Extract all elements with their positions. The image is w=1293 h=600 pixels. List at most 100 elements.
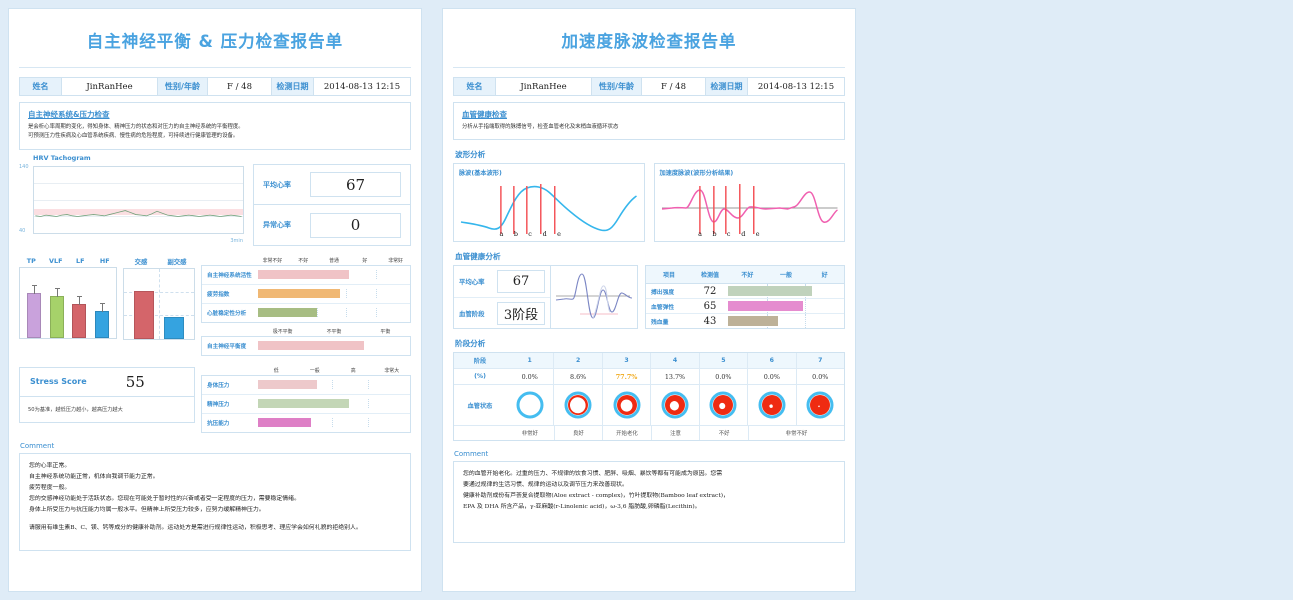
- stage-percent-4: 13.7%: [650, 369, 698, 385]
- comment-heading-left: Comment: [20, 441, 55, 450]
- patient-sex-age-value-r: F / 48: [642, 78, 706, 95]
- freq-label-lf: LF: [76, 256, 85, 265]
- accel-wave-graph: [661, 184, 838, 235]
- sympathetic-plot: [123, 267, 195, 340]
- hrv-plot-area: [33, 165, 244, 234]
- vessel-legend-4: 不好: [699, 426, 748, 441]
- comment-body-left: 您的心率正常。 自主神经系统功能正常，机体自我调节能力正常。 疲劳程度一般。 您…: [29, 462, 300, 513]
- patient-info-bar-right: 姓名 JinRanHee 性别/年龄 F / 48 检测日期 2014-08-1…: [453, 77, 845, 96]
- wave-mark-c: c: [528, 230, 532, 239]
- freq-label-hf: HF: [99, 256, 110, 265]
- vtable-value-0: 72: [703, 285, 717, 297]
- hrv-tachogram-chart: HRV Tachogram 140 40 3min: [19, 154, 244, 246]
- report-viewer: 自主神经平衡 & 压力检查报告单 姓名 JinRanHee 性别/年龄 F / …: [0, 0, 1293, 600]
- stress-meters: 低 一般 高 非常大 身体压力 精神压力 抗压能力: [201, 367, 411, 433]
- hrv-stats-panel: 平均心率 67 异常心率 0: [253, 163, 411, 246]
- avg-hr-stat: 平均心率 67: [254, 165, 410, 205]
- waveform-row: 脉波(基本波形) abcde 加速度脉波(波形分析结果) a b c d e: [453, 163, 845, 243]
- stage-percent-6: 0.0%: [747, 369, 795, 385]
- activity-row: 心脏稳定性分析: [202, 302, 410, 322]
- vessel-state-row: 血管状态: [454, 384, 844, 426]
- stress-scale-3: 非常大: [384, 367, 400, 374]
- vascular-summary: 平均心率 67 血管阶段 3阶段: [453, 265, 638, 330]
- vtable-header-1: 检测值: [700, 272, 719, 280]
- wave-mark-d: d: [542, 230, 547, 239]
- vessel-ring-cell-2: [553, 385, 601, 426]
- vascular-measure-table: 项目 检测值 不好 一般 好 搏出强度 72 血管弹性 65 残血量 43: [645, 265, 845, 330]
- activity-scale: 非常不好 不好 普通 好 非常好: [201, 257, 411, 264]
- error-bar: [99, 302, 105, 312]
- vessel-row-label: 血管状态: [467, 402, 493, 410]
- stage-number-3: 3: [601, 353, 650, 369]
- patient-sex-age-value: F / 48: [208, 78, 272, 95]
- stress-row: 身体压力: [202, 376, 410, 394]
- vtable-value-1: 65: [703, 300, 717, 312]
- error-bar: [77, 296, 83, 306]
- page-title-left: 自主神经平衡 & 压力检查报告单: [19, 17, 411, 68]
- vessel-ring-cell-4: [650, 385, 698, 426]
- accel-wave-marks: a bc de: [655, 230, 845, 238]
- vessel-ring-icon: [564, 391, 592, 419]
- sym-label-1: 副交感: [167, 257, 187, 266]
- accel-wave-card: 加速度脉波(波形分析结果) a bc de: [653, 163, 845, 243]
- wave-mark-e: e: [557, 230, 561, 239]
- comment-box-left: 您的心率正常。 自主神经系统功能正常，机体自我调节能力正常。 疲劳程度一般。 您…: [19, 452, 411, 551]
- patient-name-label: 姓名: [20, 78, 62, 95]
- wave-mark-a: a: [499, 230, 504, 239]
- activity-track-2: [258, 308, 405, 318]
- patient-date-value-r: 2014-08-13 12:15: [757, 81, 835, 92]
- patient-sex-age-label: 性别/年龄: [158, 78, 208, 95]
- activity-label-1: 疲劳指数: [207, 291, 230, 298]
- stress-row: Stress Score 55 50为基准，越低压力越小，越高压力越大 低 一般 高…: [19, 366, 411, 433]
- stage-row-label: 阶段: [473, 358, 487, 366]
- wave-section-title: 波形分析: [455, 150, 486, 160]
- stress-row: 抗压能力: [202, 412, 410, 432]
- vtable-bar-2: [728, 314, 844, 329]
- freq-label-vlf: VLF: [49, 256, 63, 265]
- frequency-and-meters-row: TP VLF LF HF 交感 副交感 非常不好 不好 普通 好 非常好 自主神经系统活性 疲劳指…: [19, 257, 411, 356]
- vtable-bar-1: [728, 299, 844, 314]
- freq-label-tp: TP: [26, 256, 36, 265]
- stage-number-1: 1: [527, 357, 532, 365]
- comment-heading-right: Comment: [454, 450, 489, 459]
- report-page-right: 加速度脉波检查报告单 姓名 JinRanHee 性别/年龄 F / 48 检测日…: [442, 8, 856, 592]
- stage-number-5: 5: [698, 353, 747, 369]
- pulse-wave-title: 脉波(基本波形): [459, 170, 502, 178]
- freq-bar-vlf: [49, 287, 64, 338]
- balance-row: 自主神经平衡度: [202, 337, 410, 355]
- percent-row-label: (%): [474, 373, 486, 381]
- stress-score-label: Stress Score: [30, 377, 87, 387]
- vascular-stats: 平均心率 67 血管阶段 3阶段: [454, 266, 551, 329]
- abnormal-hr-value: 0: [310, 212, 401, 238]
- vessel-ring-icon: [709, 391, 737, 419]
- vtable-name-0: 搏出强度: [651, 289, 675, 296]
- stage-percent-3: 77.7%: [601, 369, 650, 385]
- intro-heading-left: 自主神经系统&压力检查: [28, 110, 110, 119]
- pulse-wave-marks: ab c d e: [454, 230, 644, 238]
- error-bar: [32, 285, 38, 295]
- activity-row: 疲劳指数: [202, 283, 410, 303]
- stress-row: 精神压力: [202, 393, 410, 413]
- sym-label-0: 交感: [134, 257, 148, 266]
- vtable-header-4: 好: [821, 272, 828, 280]
- stage-section-title: 阶段分析: [455, 339, 486, 349]
- frequency-plot: [19, 266, 117, 339]
- wave-mark-c: c: [726, 230, 731, 239]
- activity-label-2: 心脏稳定性分析: [207, 310, 247, 317]
- stage-number-6: 6: [747, 353, 795, 369]
- balance-fill-0: [258, 341, 364, 351]
- abnormal-hr-stat: 异常心率 0: [254, 204, 410, 245]
- pulse-wave-graph: [460, 184, 637, 235]
- stage-percent-5: 0.0%: [698, 369, 747, 385]
- vtable-header-0: 项目: [662, 272, 675, 280]
- intro-line-1: 是会析心率周期的变化，得知身体、精神压力的状态和对压力的自主神经系统的平衡程度。: [28, 124, 244, 130]
- accel-wave-title: 加速度脉波(波形分析结果): [659, 170, 734, 178]
- patient-info-bar-left: 姓名 JinRanHee 性别/年龄 F / 48 检测日期 2014-08-1…: [19, 77, 411, 96]
- stage-number-2: 2: [553, 353, 601, 369]
- stress-track-2: [258, 418, 405, 428]
- vessel-legend-5: 非常不好: [747, 426, 844, 441]
- stage-percent-2: 8.6%: [553, 369, 601, 385]
- balance-scale: 极不平衡 不平衡 平衡: [201, 328, 411, 335]
- vessel-ring-icon: [806, 391, 834, 419]
- vascular-stage-label: 血管阶段: [459, 309, 485, 318]
